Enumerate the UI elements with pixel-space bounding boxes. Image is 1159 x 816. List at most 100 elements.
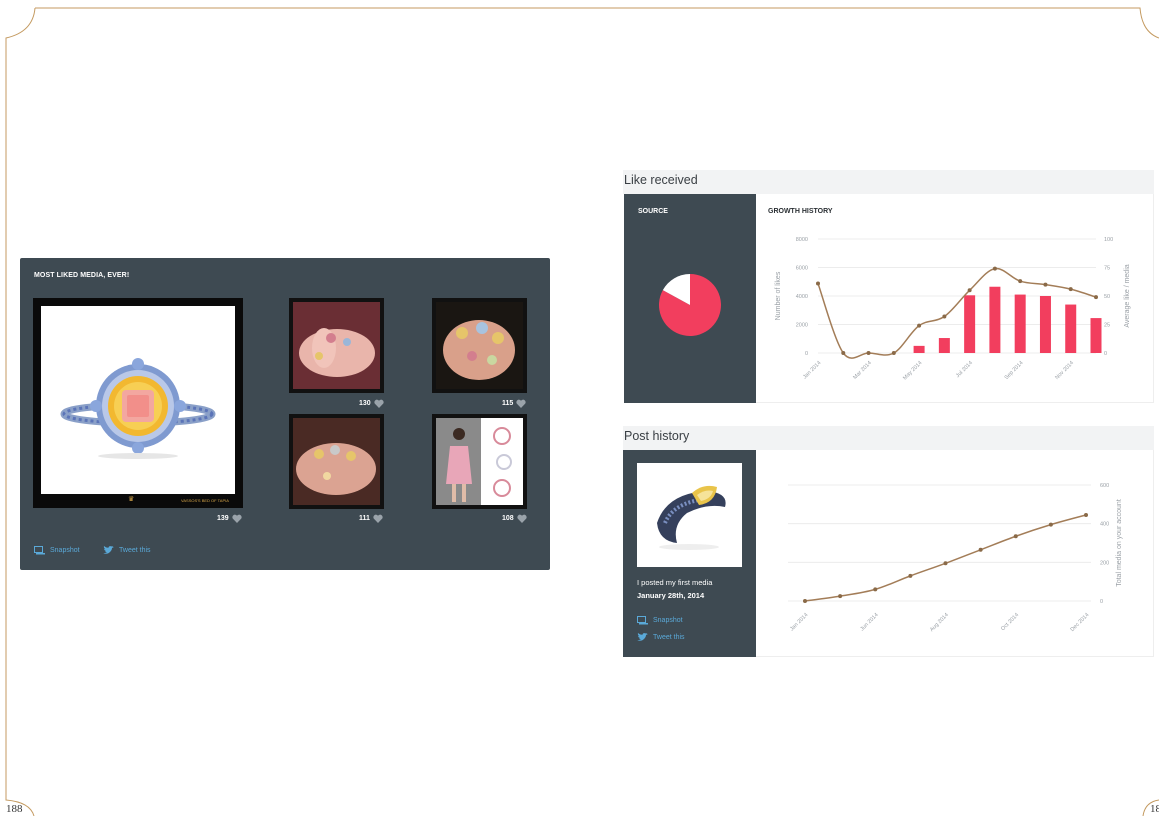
line-point	[841, 351, 846, 355]
photo-hands-many-rings	[436, 302, 523, 389]
source-panel: SOURCE	[624, 194, 756, 403]
x-tick-label: Nov 2014	[1054, 360, 1075, 381]
snapshot-icon	[34, 546, 45, 555]
most-liked-panel: MOST LIKED MEDIA, EVER! VASSOS'S BED OF …	[20, 258, 550, 570]
line-point	[873, 587, 878, 592]
y-tick-label: 600	[1100, 483, 1109, 489]
x-tick-label: May 2014	[902, 360, 923, 381]
growth-panel: GROWTH HISTORY 0 2000 4000 6000 8000 0 25 50 75 1…	[756, 194, 1154, 403]
line-point	[891, 351, 896, 355]
bar	[1065, 304, 1077, 353]
line-point	[866, 351, 871, 355]
snapshot-link[interactable]: Snapshot	[34, 546, 80, 555]
x-tick-label: Aug 2014	[929, 612, 950, 633]
line-point	[816, 281, 820, 286]
x-tick-label: Mar 2014	[852, 360, 873, 381]
growth-history-chart: 0 2000 4000 6000 8000 0 25 50 75 100 Number of lik…	[775, 237, 1131, 381]
first-media-image[interactable]	[637, 463, 742, 567]
line-point	[1018, 279, 1023, 284]
source-pie-chart	[659, 274, 721, 336]
y-tick-label: 0	[805, 351, 808, 357]
x-tick-label: Jul 2014	[955, 360, 974, 379]
like-count: 111	[359, 514, 383, 523]
twitter-icon	[103, 546, 114, 554]
line-point	[838, 594, 843, 599]
x-tick-label: Jun 2014	[859, 612, 879, 632]
line-point	[967, 288, 972, 293]
like-count: 130	[359, 399, 384, 408]
y2-tick-label: 50	[1104, 294, 1110, 300]
tweet-link[interactable]: Tweet this	[637, 633, 685, 642]
bar	[1039, 296, 1051, 353]
media-tile-hand-rings[interactable]	[289, 298, 384, 393]
ring-image	[60, 358, 216, 459]
bar	[1090, 318, 1102, 353]
y2-tick-label: 0	[1104, 351, 1107, 357]
media-tile-fashion-collage[interactable]	[432, 414, 527, 509]
line-series	[817, 267, 1097, 359]
media-tile-featured[interactable]: VASSOS'S BED OF TAPIA ♛	[33, 298, 243, 508]
line-point	[1094, 295, 1098, 300]
y-tick-label: 400	[1100, 522, 1109, 528]
y-tick-label: 0	[1100, 599, 1103, 605]
post-history-panel: 0 200 400 600 Total media on your account Jan…	[756, 450, 1154, 657]
heart-icon	[373, 514, 383, 523]
y-tick-label: 200	[1100, 560, 1109, 566]
y-axis-label: Number of likes	[775, 271, 782, 320]
x-tick-label: Sep 2014	[1004, 360, 1025, 381]
media-tile-hands-many-rings[interactable]	[432, 298, 527, 393]
bar	[989, 286, 1001, 353]
post-history-header: Post history	[623, 426, 1154, 450]
y-axis-label: Total media on your account	[1116, 499, 1123, 587]
y2-tick-label: 100	[1104, 237, 1113, 243]
post-history-chart: 0 200 400 600 Total media on your account Jan…	[788, 483, 1123, 633]
logo-mark: ♛	[128, 496, 135, 503]
y2-tick-label: 75	[1104, 266, 1110, 272]
line-point	[1084, 512, 1088, 517]
source-label: SOURCE	[638, 208, 668, 215]
photo-fashion-collage	[436, 418, 523, 505]
y2-tick-label: 25	[1104, 323, 1110, 329]
photo-hand-rings	[293, 302, 380, 389]
line-point	[1068, 287, 1073, 292]
x-tick-label: Jan 2014	[789, 612, 809, 632]
x-tick-label: Dec 2014	[1070, 612, 1091, 633]
bar	[938, 338, 950, 353]
photo-hands-rings-stack	[293, 418, 380, 505]
page-number-right: 189	[1150, 803, 1159, 815]
first-media-text: I posted my first media	[637, 578, 713, 587]
y-tick-label: 8000	[796, 237, 808, 243]
line-point	[943, 561, 948, 566]
like-count: 139	[217, 514, 242, 523]
like-count: 108	[502, 514, 527, 523]
snapshot-link[interactable]: Snapshot	[637, 616, 683, 625]
heart-icon	[232, 514, 242, 523]
most-liked-title: MOST LIKED MEDIA, EVER!	[34, 272, 130, 279]
bar	[1014, 294, 1026, 353]
line-point	[1048, 522, 1053, 527]
x-tick-label: Jan 2014	[802, 360, 822, 380]
line-point	[803, 599, 807, 603]
heart-icon	[516, 399, 526, 408]
twitter-icon	[637, 633, 648, 641]
bar	[964, 295, 976, 353]
page-number-left: 188	[6, 803, 23, 815]
first-media-date: January 28th, 2014	[637, 591, 705, 600]
line-point	[992, 266, 997, 271]
heart-icon	[517, 514, 527, 523]
section-title: Like received	[624, 173, 698, 187]
line-point	[917, 323, 922, 328]
section-title: Post history	[624, 429, 690, 443]
tweet-link[interactable]: Tweet this	[103, 546, 151, 555]
ring-photo	[657, 485, 726, 550]
snapshot-icon	[637, 616, 648, 625]
line-point	[1013, 534, 1018, 539]
featured-caption: VASSOS'S BED OF TAPIA	[181, 498, 229, 503]
x-tick-label: Oct 2014	[1000, 612, 1020, 632]
media-tile-hands-rings-stack[interactable]	[289, 414, 384, 509]
like-received-header: Like received	[623, 170, 1154, 194]
line-series	[804, 514, 1087, 602]
bar	[913, 345, 925, 353]
first-media-panel: I posted my first media January 28th, 20…	[623, 450, 756, 657]
y-tick-label: 6000	[796, 266, 808, 272]
